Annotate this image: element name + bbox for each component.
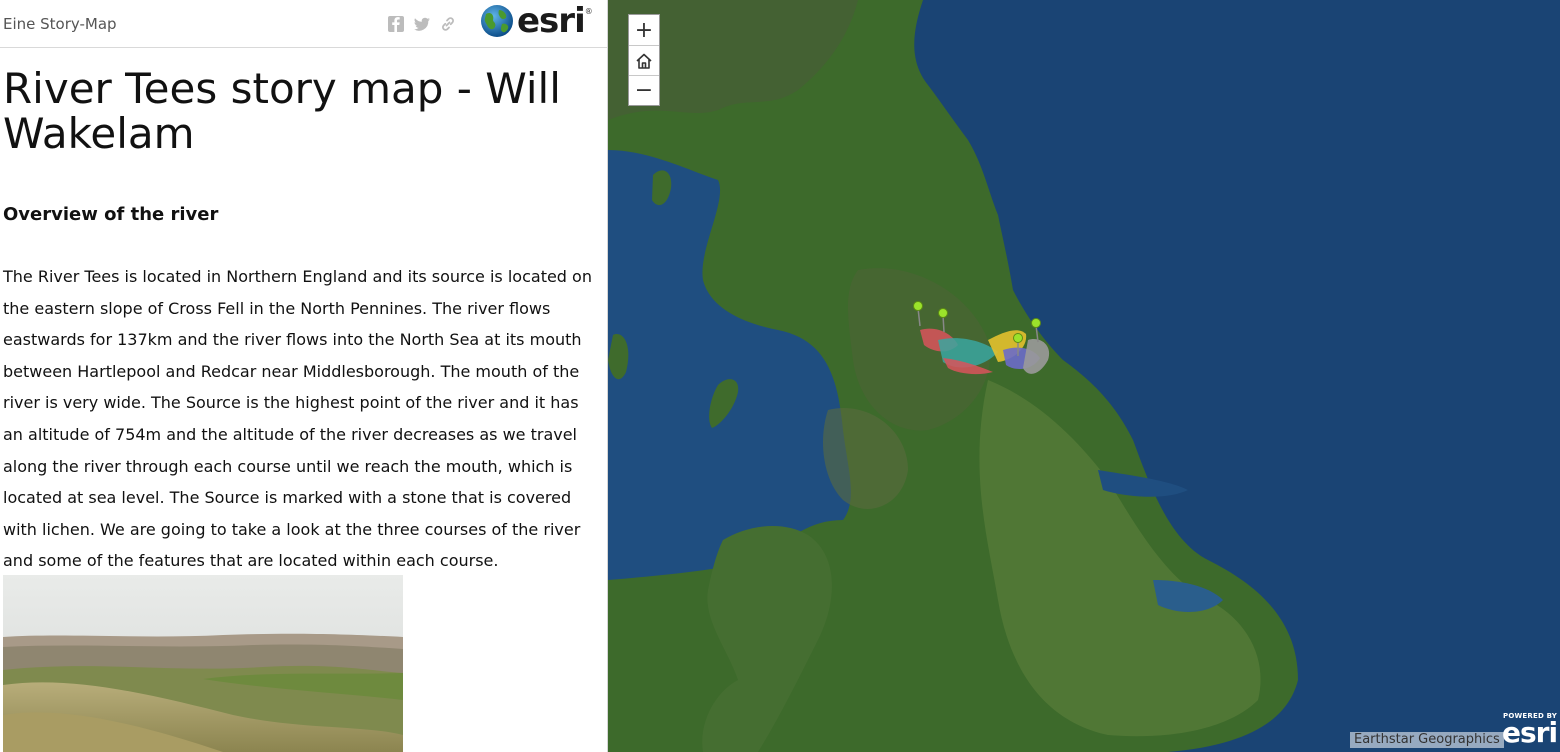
- powered-by-logo: esri: [1502, 716, 1558, 749]
- map-attribution: Earthstar Geographics: [1350, 732, 1504, 748]
- satellite-map[interactable]: [608, 0, 1560, 752]
- story-map[interactable]: + − Earthstar Geographics POWERED BY esr…: [608, 0, 1560, 752]
- story-panel: Eine Story-Map esri ® River Tees story m…: [0, 0, 608, 752]
- home-button[interactable]: [629, 45, 659, 75]
- section-paragraph: The River Tees is located in Northern En…: [3, 267, 592, 571]
- logo-wordmark: esri: [517, 1, 586, 41]
- globe-icon: [481, 5, 513, 37]
- facebook-icon[interactable]: [387, 15, 405, 33]
- zoom-in-button[interactable]: +: [629, 15, 659, 45]
- story-subtitle: Eine Story-Map: [3, 15, 117, 33]
- landscape-photo: [3, 575, 403, 752]
- story-title: River Tees story map - Will Wakelam: [3, 64, 561, 158]
- link-icon[interactable]: [439, 15, 457, 33]
- zoom-out-button[interactable]: −: [629, 75, 659, 105]
- story-header: Eine Story-Map esri ®: [0, 0, 607, 48]
- map-zoom-controls: + −: [628, 14, 660, 106]
- home-icon: [636, 53, 652, 69]
- powered-by-esri[interactable]: POWERED BY esri: [1502, 712, 1558, 749]
- esri-logo[interactable]: esri ®: [480, 3, 593, 39]
- section-heading: Overview of the river: [3, 204, 219, 225]
- logo-registered: ®: [584, 7, 593, 16]
- twitter-icon[interactable]: [413, 15, 431, 33]
